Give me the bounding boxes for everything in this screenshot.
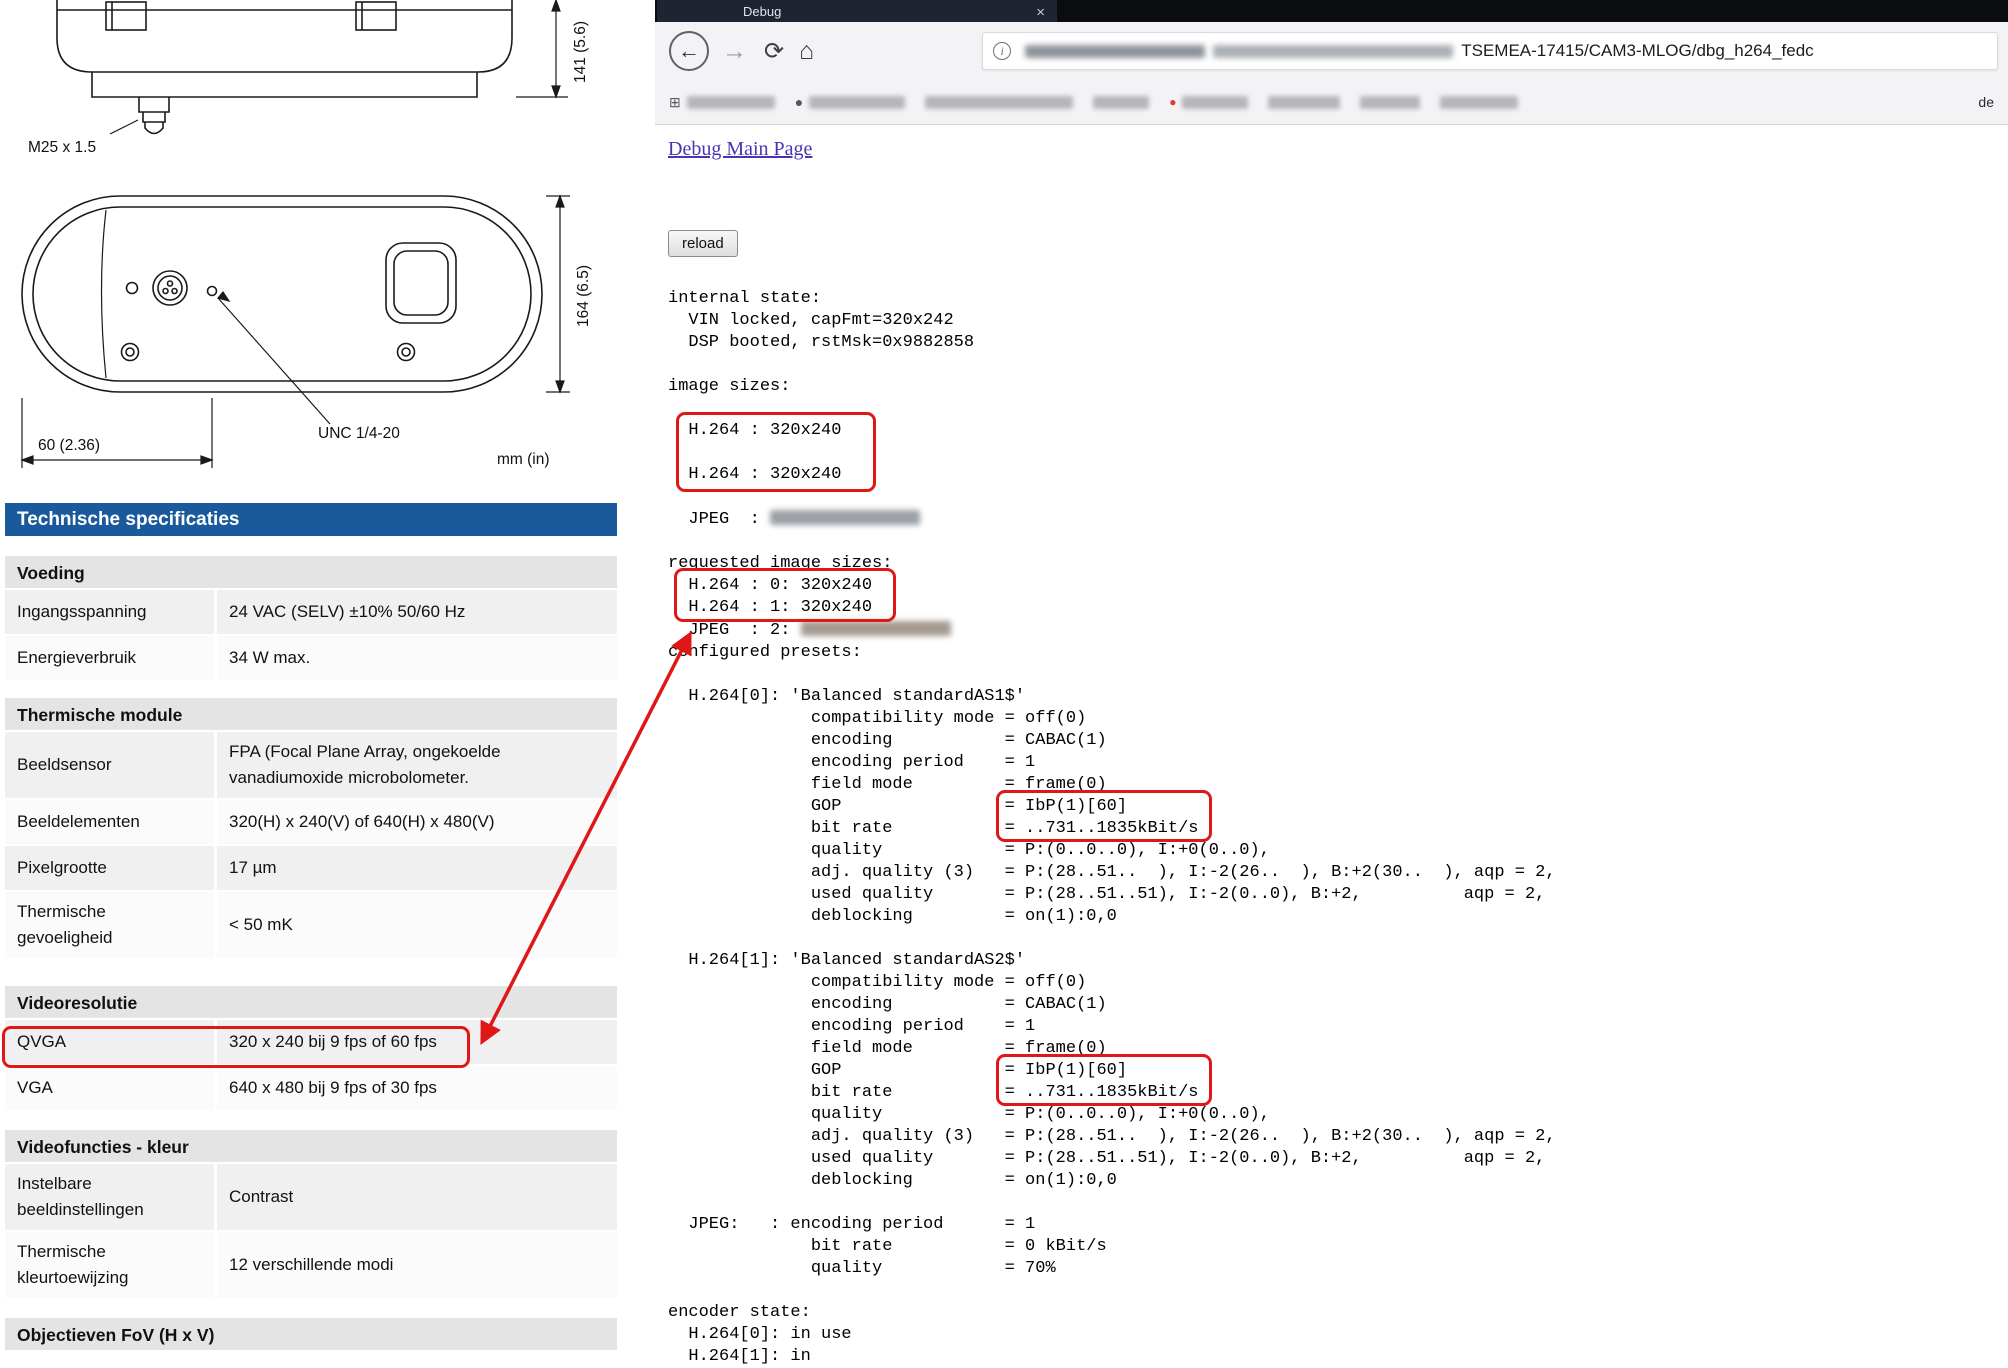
redacted-bookmark-label: [1182, 96, 1248, 109]
section-header-thermische-module: Thermische module: [5, 698, 617, 732]
spec-label: QVGA: [5, 1020, 217, 1064]
reload-icon: ⟳: [764, 38, 784, 65]
section-header-videoresolutie: Videoresolutie: [5, 986, 617, 1020]
tab-bar: Debug ×: [655, 0, 2008, 22]
redacted-bookmark-label: [925, 96, 1073, 109]
mount-label: UNC 1/4-20: [318, 425, 400, 442]
forward-button[interactable]: →: [722, 37, 747, 66]
debug-line-jpeg-requested: JPEG : 2:: [668, 619, 1998, 642]
back-arrow-icon: ←: [678, 38, 700, 64]
spec-row: Beeldsensor FPA (Focal Plane Array, onge…: [5, 732, 617, 800]
redacted-bookmark-label: [1360, 96, 1420, 109]
dim-label-141: 141 (5.6): [572, 21, 589, 83]
bookmarks-toolbar: ⊞ ● ● de: [655, 80, 2008, 125]
bookmark-item[interactable]: [1093, 96, 1149, 109]
spec-value: 24 VAC (SELV) ±10% 50/60 Hz: [217, 590, 617, 634]
bookmark-item[interactable]: [925, 96, 1073, 109]
debug-block-internal-state: internal state: VIN locked, capFmt=320x2…: [668, 288, 1998, 508]
forward-arrow-icon: →: [722, 37, 747, 65]
redacted-bookmark-label: [1268, 96, 1340, 109]
spec-row-qvga: QVGA 320 x 240 bij 9 fps of 60 fps: [5, 1020, 617, 1066]
bookmark-favicon: ●: [795, 95, 803, 109]
spec-label: Beeldelementen: [5, 800, 217, 844]
redacted-jpeg-value: [770, 510, 920, 525]
spec-row: VGA 640 x 480 bij 9 fps of 30 fps: [5, 1066, 617, 1112]
spec-value: 320 x 240 bij 9 fps of 60 fps: [217, 1020, 617, 1064]
page-content: Debug Main Page reload internal state: V…: [655, 126, 2008, 1348]
jpeg-size-prefix: JPEG :: [668, 510, 770, 529]
page-reload-button[interactable]: ⟳: [764, 37, 784, 66]
browser-tab-debug[interactable]: Debug ×: [657, 0, 1057, 22]
spec-row: Instelbare beeldinstellingen Contrast: [5, 1164, 617, 1232]
spec-value: 320(H) x 240(V) of 640(H) x 480(V): [217, 800, 617, 844]
bookmark-item[interactable]: [1440, 96, 1518, 109]
camera-dimension-drawing: 141 (5.6) M25 x 1.5: [0, 0, 628, 500]
browser-window: Debug × ← → ⟳ ⌂ i TSEMEA-17415/CAM3-MLOG…: [655, 0, 2008, 1348]
spec-value: Contrast: [217, 1164, 617, 1230]
debug-line-jpeg-size: JPEG :: [668, 508, 1998, 531]
spec-label: Thermische kleurtoewijzing: [5, 1232, 217, 1298]
spec-label: Energieverbruik: [5, 636, 217, 680]
redacted-url-segment: [1025, 45, 1205, 58]
section-header-voeding: Voeding: [5, 556, 617, 590]
gland-label: M25 x 1.5: [28, 139, 96, 156]
redacted-bookmark-label: [687, 96, 775, 109]
units-label: mm (in): [497, 451, 550, 468]
dim-label-164: 164 (6.5): [575, 265, 592, 327]
section-header-objectieven: Objectieven FoV (H x V): [5, 1318, 617, 1352]
bookmark-grid-icon: ⊞: [669, 95, 681, 109]
spec-value: 12 verschillende modi: [217, 1232, 617, 1298]
redacted-bookmark-label: [1093, 96, 1149, 109]
navigation-toolbar: ← → ⟳ ⌂ i TSEMEA-17415/CAM3-MLOG/dbg_h26…: [655, 22, 2008, 80]
spec-label: Pixelgrootte: [5, 846, 217, 890]
debug-main-page-link[interactable]: Debug Main Page: [668, 138, 812, 161]
bookmark-item[interactable]: ●: [1169, 96, 1248, 109]
spec-row: Energieverbruik 34 W max.: [5, 636, 617, 682]
debug-block-requested-sizes: requested image sizes: H.264 : 0: 320x24…: [668, 531, 1998, 619]
bookmark-item[interactable]: ⊞: [669, 95, 775, 109]
dim-label-60: 60 (2.36): [38, 437, 100, 454]
spec-value: 640 x 480 bij 9 fps of 30 fps: [217, 1066, 617, 1110]
redacted-url-segment: [1213, 45, 1453, 58]
spec-value: < 50 mK: [217, 892, 617, 958]
bookmark-item[interactable]: [1268, 96, 1340, 109]
spec-row: Ingangsspanning 24 VAC (SELV) ±10% 50/60…: [5, 590, 617, 636]
info-icon[interactable]: i: [993, 42, 1011, 60]
spec-table-title: Technische specificaties: [5, 503, 617, 536]
spec-label: VGA: [5, 1066, 217, 1110]
url-text: TSEMEA-17415/CAM3-MLOG/dbg_h264_fedc: [1461, 41, 1813, 61]
tab-close-icon[interactable]: ×: [1036, 4, 1045, 21]
jpeg-requested-prefix: JPEG : 2:: [668, 621, 801, 640]
url-bar[interactable]: i TSEMEA-17415/CAM3-MLOG/dbg_h264_fedc: [982, 32, 1998, 70]
datasheet-panel: 141 (5.6) M25 x 1.5: [0, 0, 628, 1348]
spec-label: Instelbare beeldinstellingen: [5, 1164, 217, 1230]
bookmark-item[interactable]: [1360, 96, 1420, 109]
redacted-bookmark-label: [1440, 96, 1518, 109]
spec-value: 17 µm: [217, 846, 617, 890]
spec-value: 34 W max.: [217, 636, 617, 680]
home-icon: ⌂: [799, 37, 814, 65]
spec-label: Beeldsensor: [5, 732, 217, 798]
home-button[interactable]: ⌂: [799, 37, 814, 66]
spec-row: Pixelgrootte 17 µm: [5, 846, 617, 892]
bookmark-overflow-text: de: [1978, 94, 1994, 110]
redacted-bookmark-label: [809, 96, 905, 109]
spec-value: FPA (Focal Plane Array, ongekoelde vanad…: [217, 732, 617, 798]
spec-table: Technische specificaties Voeding Ingangs…: [5, 503, 617, 1352]
spec-row: Thermische gevoeligheid < 50 mK: [5, 892, 617, 960]
bookmark-favicon-red: ●: [1169, 96, 1176, 108]
spec-label: Thermische gevoeligheid: [5, 892, 217, 958]
spec-row: Beeldelementen 320(H) x 240(V) of 640(H)…: [5, 800, 617, 846]
back-button[interactable]: ←: [669, 31, 709, 71]
spec-row: Thermische kleurtoewijzing 12 verschille…: [5, 1232, 617, 1300]
bookmark-item[interactable]: ●: [795, 95, 905, 109]
debug-block-presets: configured presets: H.264[0]: 'Balanced …: [668, 642, 1998, 1368]
spec-label: Ingangsspanning: [5, 590, 217, 634]
section-header-videofuncties: Videofuncties - kleur: [5, 1130, 617, 1164]
debug-output: internal state: VIN locked, capFmt=320x2…: [668, 288, 1998, 1368]
reload-button[interactable]: reload: [668, 230, 738, 257]
redacted-jpeg-value: [801, 621, 951, 636]
tab-title: Debug: [743, 4, 781, 19]
